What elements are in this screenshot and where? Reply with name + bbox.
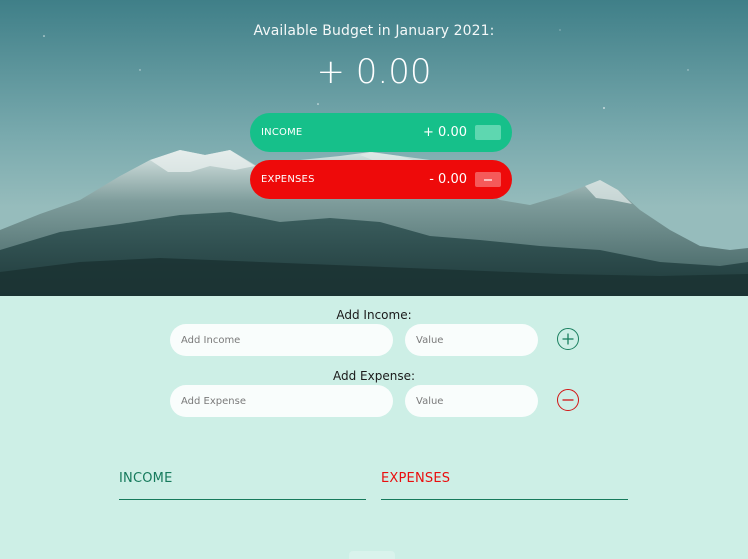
expenses-list-title: EXPENSES (381, 471, 628, 500)
expenses-summary: EXPENSES - 0.00 (250, 160, 512, 199)
income-description-input[interactable] (170, 324, 393, 356)
dash-icon (484, 178, 492, 181)
income-percentage-badge (475, 125, 501, 140)
plus-circle-icon (562, 333, 574, 345)
bottom-tab-handle (349, 551, 395, 559)
minus-circle-icon (562, 399, 574, 401)
income-summary: INCOME + 0.00 (250, 113, 512, 152)
hero-banner: Available Budget in January 2021: + 0.00… (0, 0, 748, 296)
budget-title: Available Budget in January 2021: (253, 23, 495, 39)
add-expense-label: Add Expense: (332, 369, 415, 383)
income-list-title: INCOME (119, 471, 366, 500)
add-income-button[interactable] (557, 328, 579, 350)
expenses-percentage-badge (475, 172, 501, 187)
expense-description-input[interactable] (170, 385, 393, 417)
available-budget-value: + 0.00 (316, 52, 432, 92)
expenses-summary-value: - 0.00 (429, 172, 467, 187)
expenses-summary-label: EXPENSES (261, 174, 315, 185)
income-value-input[interactable] (405, 324, 538, 356)
add-expense-button[interactable] (557, 389, 579, 411)
income-summary-label: INCOME (261, 127, 303, 138)
expense-value-input[interactable] (405, 385, 538, 417)
income-summary-value: + 0.00 (423, 125, 467, 140)
add-income-label: Add Income: (336, 308, 412, 322)
